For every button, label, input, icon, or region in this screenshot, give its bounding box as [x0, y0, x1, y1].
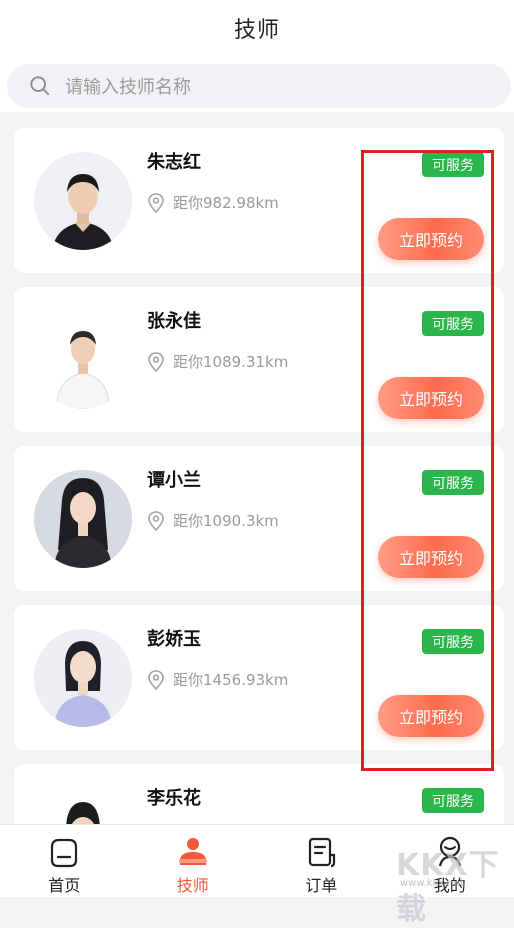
avatar	[34, 152, 132, 250]
distance-text: 距你1090.3km	[173, 510, 279, 531]
tab-label: 技师	[177, 872, 209, 896]
book-now-button[interactable]: 立即预约	[378, 536, 484, 578]
location-pin-icon	[147, 511, 165, 531]
technician-card[interactable]: 朱志红 距你982.98km 可服务 立即预约	[14, 128, 504, 273]
technician-distance: 距你1090.3km	[147, 510, 279, 531]
location-pin-icon	[147, 670, 165, 690]
technician-card[interactable]: 谭小兰 距你1090.3km 可服务 立即预约	[14, 446, 504, 591]
avatar	[34, 788, 132, 824]
status-badge: 可服务	[422, 629, 484, 654]
distance-text: 距你1456.93km	[173, 669, 288, 690]
technician-name: 彭娇玉	[147, 625, 201, 651]
avatar	[34, 470, 132, 568]
technician-distance: 距你982.98km	[147, 192, 279, 213]
technician-name: 李乐花	[147, 784, 201, 810]
search-input[interactable]	[63, 64, 495, 110]
status-badge: 可服务	[422, 788, 484, 813]
location-pin-icon	[147, 193, 165, 213]
technician-icon	[176, 835, 210, 869]
avatar	[34, 311, 132, 409]
page-title: 技师	[0, 12, 514, 44]
header: 技师	[0, 0, 514, 112]
technician-card[interactable]: 彭娇玉 距你1456.93km 可服务 立即预约	[14, 605, 504, 750]
distance-text: 距你1089.31km	[173, 351, 288, 372]
tab-label: 订单	[305, 872, 337, 896]
avatar	[34, 629, 132, 727]
book-now-button[interactable]: 立即预约	[378, 218, 484, 260]
technician-name: 谭小兰	[147, 466, 201, 492]
status-badge: 可服务	[422, 311, 484, 336]
status-badge: 可服务	[422, 470, 484, 495]
home-icon	[47, 835, 81, 869]
distance-text: 距你982.98km	[173, 192, 279, 213]
technician-card[interactable]: 李乐花 可服务	[14, 764, 504, 824]
search-icon	[29, 75, 51, 97]
location-pin-icon	[147, 352, 165, 372]
book-now-button[interactable]: 立即预约	[378, 377, 484, 419]
tab-technician[interactable]: 技师	[129, 825, 258, 897]
status-badge: 可服务	[422, 152, 484, 177]
technician-name: 朱志红	[147, 148, 201, 174]
tab-label: 首页	[48, 872, 80, 896]
technician-list[interactable]: 朱志红 距你982.98km 可服务 立即预约 张永佳	[0, 112, 514, 824]
tab-home[interactable]: 首页	[0, 825, 129, 897]
technician-distance: 距你1456.93km	[147, 669, 288, 690]
technician-distance: 距你1089.31km	[147, 351, 288, 372]
tab-orders[interactable]: 订单	[257, 825, 386, 897]
watermark-url: www.kkx.net	[400, 878, 464, 889]
book-now-button[interactable]: 立即预约	[378, 695, 484, 737]
technician-card[interactable]: 张永佳 距你1089.31km 可服务 立即预约	[14, 287, 504, 432]
order-icon	[304, 835, 338, 869]
search-bar[interactable]	[7, 64, 511, 108]
technician-name: 张永佳	[147, 307, 201, 333]
